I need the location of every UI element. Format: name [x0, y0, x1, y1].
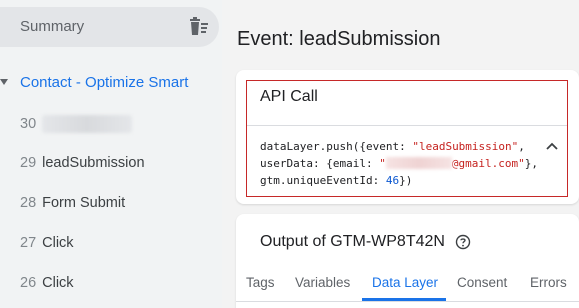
- tabs-divider: [236, 301, 579, 302]
- divider: [247, 125, 567, 126]
- redacted-text: [42, 115, 133, 133]
- tab-variables[interactable]: Variables: [295, 275, 350, 290]
- event-item[interactable]: 27 Click: [20, 235, 74, 251]
- expand-caret-icon[interactable]: [0, 79, 8, 85]
- collapse-chevron-icon[interactable]: [545, 140, 559, 152]
- clear-messages-icon[interactable]: [188, 17, 210, 37]
- tab-consent[interactable]: Consent: [457, 275, 507, 290]
- active-tab-indicator: [362, 298, 446, 301]
- output-card: [236, 214, 579, 308]
- output-title: Output of GTM-WP8T42N: [260, 233, 445, 250]
- page-title: Event: leadSubmission: [237, 28, 441, 50]
- event-item[interactable]: 28 Form Submit: [20, 195, 125, 211]
- summary-label: Summary: [20, 18, 85, 35]
- event-item[interactable]: 26 Click: [20, 275, 74, 291]
- event-sidebar: Summary Contact - Optimize Smart 30 29 le…: [0, 0, 222, 308]
- tab-tags[interactable]: Tags: [246, 275, 275, 290]
- help-icon[interactable]: [455, 234, 471, 250]
- tab-data-layer[interactable]: Data Layer: [372, 275, 438, 290]
- redacted-email: [385, 157, 452, 169]
- event-item[interactable]: 29 leadSubmission: [20, 155, 145, 171]
- api-call-code: dataLayer.push({event: "leadSubmission",…: [260, 140, 538, 187]
- tab-errors[interactable]: Errors: [530, 275, 567, 290]
- container-name[interactable]: Contact - Optimize Smart: [20, 74, 188, 91]
- api-call-title: API Call: [260, 88, 318, 105]
- event-item[interactable]: 30: [20, 115, 133, 133]
- summary-item[interactable]: Summary: [0, 7, 219, 47]
